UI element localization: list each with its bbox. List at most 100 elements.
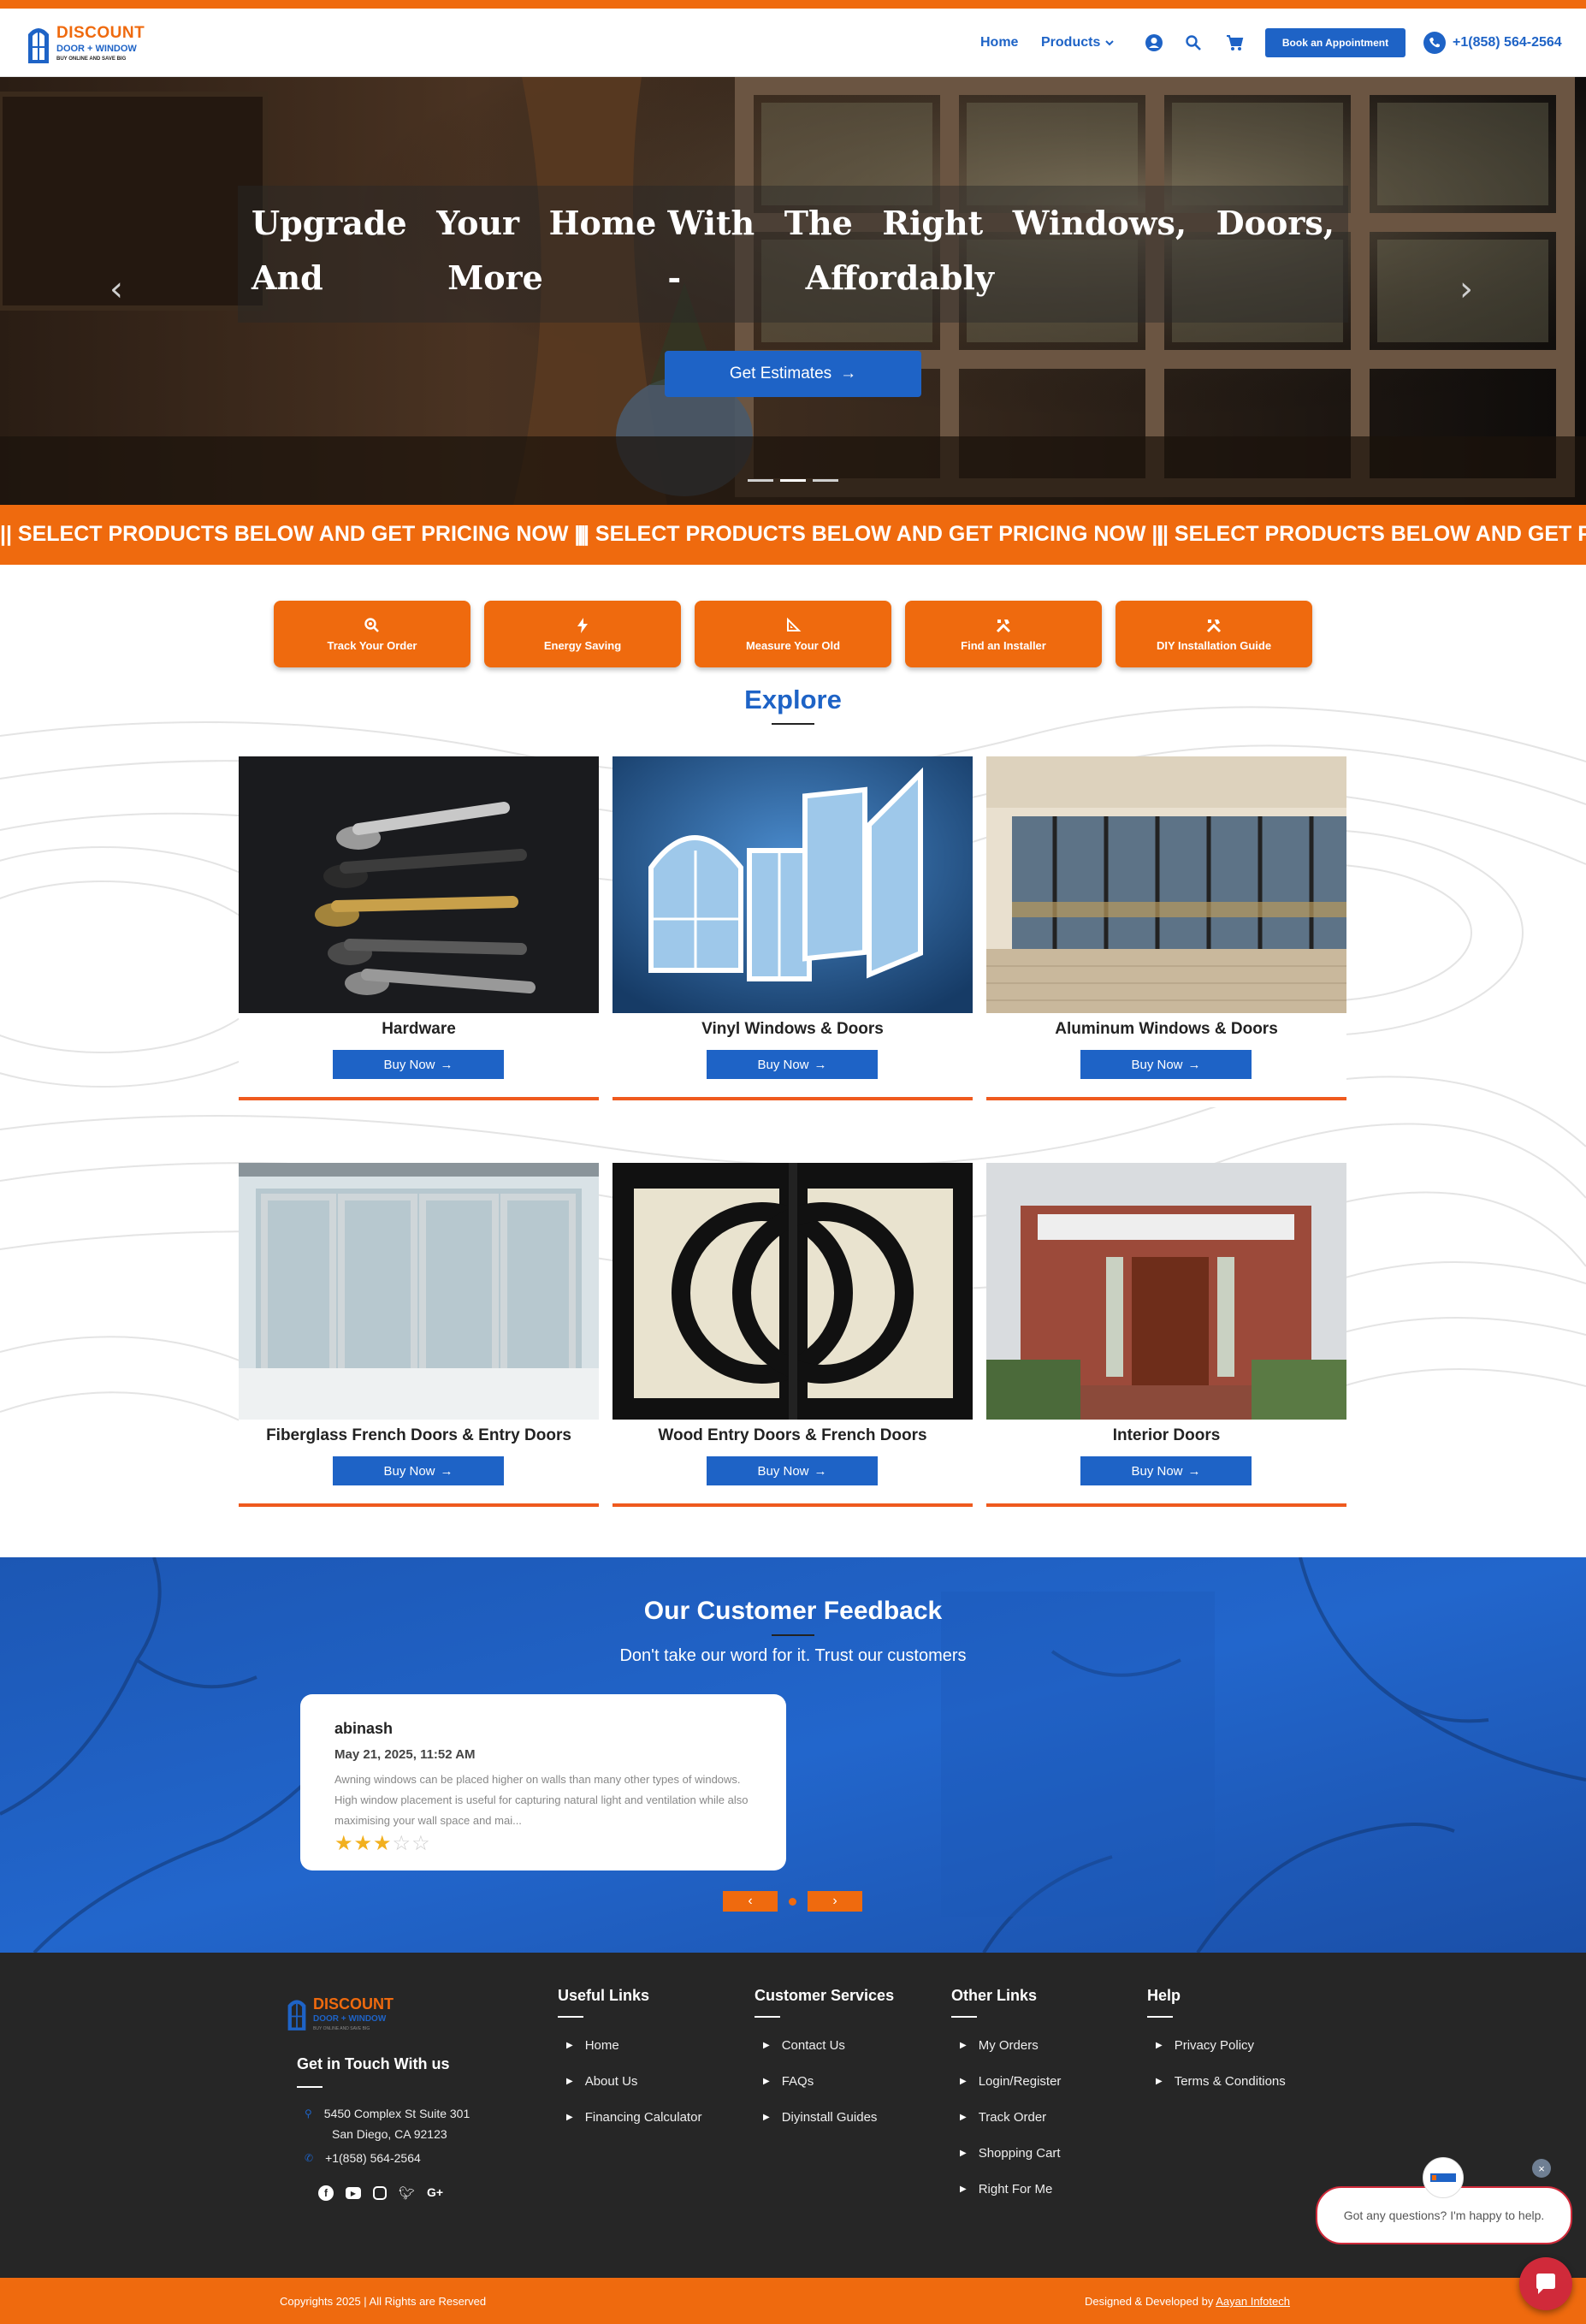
explore-title: Explore bbox=[744, 685, 842, 714]
review-text: Awning windows can be placed higher on w… bbox=[334, 1773, 749, 1827]
quick-link-diy-guide[interactable]: DIY Installation Guide bbox=[1116, 601, 1312, 667]
card-accent-bar bbox=[986, 1503, 1346, 1507]
twitter-icon[interactable]: 🐦︎ bbox=[399, 2185, 415, 2201]
product-card-fiberglass[interactable]: Fiberglass French Doors & Entry Doors Bu… bbox=[239, 1163, 599, 1514]
nav-home[interactable]: Home bbox=[980, 9, 1018, 77]
hero-word: Windows, bbox=[1012, 204, 1187, 242]
arrow-right-icon: → bbox=[1187, 1057, 1201, 1072]
carousel-prev-arrow-icon[interactable]: ‹ bbox=[109, 272, 135, 306]
product-image-fiberglass bbox=[239, 1163, 599, 1420]
buy-now-button[interactable]: Buy Now → bbox=[333, 1456, 504, 1485]
arrow-right-icon: → bbox=[814, 1057, 827, 1072]
footer-link-label: Contact Us bbox=[781, 2038, 845, 2053]
account-icon[interactable] bbox=[1144, 33, 1164, 53]
caret-right-icon: ▶ bbox=[1156, 2041, 1163, 2050]
footer-link-financing[interactable]: ▶ Financing Calculator bbox=[566, 2110, 701, 2125]
buy-now-button[interactable]: Buy Now → bbox=[1080, 1456, 1252, 1485]
quick-link-energy-saving[interactable]: Energy Saving bbox=[484, 601, 681, 667]
caret-right-icon: ▶ bbox=[566, 2077, 573, 2086]
footer-logo[interactable]: DISCOUNT DOOR + WINDOW BUY ONLINE AND SA… bbox=[286, 1994, 414, 2036]
footer-phone-link[interactable]: ✆ +1(858) 564-2564 bbox=[305, 2151, 421, 2165]
hero-word: Right bbox=[882, 204, 984, 242]
social-icons: f ▶ 🐦︎ G+ bbox=[318, 2185, 443, 2201]
chevron-right-icon: › bbox=[832, 1894, 837, 1908]
header-phone-link[interactable]: +1(858) 564-2564 bbox=[1423, 32, 1562, 54]
nav-home-label[interactable]: Home bbox=[980, 35, 1018, 50]
promo-ticker: || SELECT PRODUCTS BELOW AND GET PRICING… bbox=[0, 505, 1586, 565]
header-phone-number: +1(858) 564-2564 bbox=[1453, 35, 1562, 50]
footer-link-login[interactable]: ▶ Login/Register bbox=[960, 2074, 1061, 2089]
quick-link-measure[interactable]: Measure Your Old bbox=[695, 601, 891, 667]
product-card-hardware[interactable]: Hardware Buy Now → bbox=[239, 756, 599, 1107]
product-card-wood[interactable]: Wood Entry Doors & French Doors Buy Now → bbox=[613, 1163, 973, 1514]
footer-link-track-order[interactable]: ▶ Track Order bbox=[960, 2110, 1046, 2125]
review-card: abinash May 21, 2025, 11:52 AM Awning wi… bbox=[300, 1694, 786, 1870]
footer-link-diy-guides[interactable]: ▶ Diyinstall Guides bbox=[763, 2110, 877, 2125]
carousel-dot-active[interactable] bbox=[780, 479, 806, 482]
product-card-interior[interactable]: Interior Doors Buy Now → bbox=[986, 1163, 1346, 1514]
card-accent-bar bbox=[239, 1097, 599, 1100]
product-card-vinyl[interactable]: Vinyl Windows & Doors Buy Now → bbox=[613, 756, 973, 1107]
carousel-dot[interactable] bbox=[813, 479, 838, 482]
get-estimates-label: Get Estimates bbox=[729, 365, 832, 382]
product-title: Wood Entry Doors & French Doors bbox=[658, 1426, 927, 1444]
carousel-next-arrow-icon[interactable]: › bbox=[1459, 272, 1485, 306]
site-logo[interactable]: DISCOUNT DOOR + WINDOW BUY ONLINE AND SA… bbox=[26, 21, 154, 68]
product-image-wood bbox=[613, 1163, 973, 1420]
hero-word: Upgrade bbox=[252, 204, 407, 242]
quick-link-label: Energy Saving bbox=[543, 638, 622, 652]
footer-link-faqs[interactable]: ▶ FAQs bbox=[763, 2074, 814, 2089]
footer-link-home[interactable]: ▶ Home bbox=[566, 2038, 619, 2053]
footer-link-terms[interactable]: ▶ Terms & Conditions bbox=[1156, 2074, 1286, 2089]
star-rating: ★★★☆☆ bbox=[334, 1831, 431, 1856]
buy-now-button[interactable]: Buy Now → bbox=[707, 1456, 878, 1485]
instagram-icon[interactable] bbox=[373, 2186, 387, 2200]
caret-right-icon: ▶ bbox=[763, 2041, 770, 2050]
youtube-icon[interactable]: ▶ bbox=[346, 2187, 361, 2199]
quick-link-track-order[interactable]: Track Your Order bbox=[274, 601, 470, 667]
cart-icon[interactable] bbox=[1224, 33, 1245, 53]
card-accent-bar bbox=[613, 1503, 973, 1507]
quick-link-find-installer[interactable]: Find an Installer bbox=[905, 601, 1102, 667]
footer-link-cart[interactable]: ▶ Shopping Cart bbox=[960, 2146, 1061, 2161]
caret-right-icon: ▶ bbox=[566, 2041, 573, 2050]
get-estimates-button[interactable]: Get Estimates → bbox=[665, 351, 921, 397]
star-empty-icon: ☆ bbox=[392, 1832, 412, 1855]
buy-now-button[interactable]: Buy Now → bbox=[333, 1050, 504, 1079]
search-icon[interactable] bbox=[1183, 33, 1204, 53]
hero-word: Affordably bbox=[805, 258, 994, 297]
review-prev-button[interactable]: ‹ bbox=[723, 1891, 778, 1912]
product-title: Interior Doors bbox=[1112, 1426, 1221, 1444]
review-dot-active[interactable] bbox=[789, 1898, 796, 1906]
product-card-aluminum[interactable]: Aluminum Windows & Doors Buy Now → bbox=[986, 756, 1346, 1107]
review-next-button[interactable]: › bbox=[808, 1891, 862, 1912]
ticker-text: || SELECT PRODUCTS BELOW AND GET PRICING… bbox=[1157, 522, 1586, 546]
arrow-right-icon: → bbox=[840, 365, 857, 382]
buy-now-button[interactable]: Buy Now → bbox=[1080, 1050, 1252, 1079]
credit-link[interactable]: Aayan Infotech bbox=[1216, 2295, 1290, 2308]
nav-products-label[interactable]: Products bbox=[1041, 35, 1100, 50]
product-title: Hardware bbox=[382, 1020, 456, 1038]
carousel-dot[interactable] bbox=[748, 479, 773, 482]
chat-open-button[interactable] bbox=[1519, 2257, 1572, 2310]
arrow-right-icon: → bbox=[1187, 1463, 1201, 1479]
buy-now-label: Buy Now bbox=[1131, 1463, 1183, 1479]
facebook-icon[interactable]: f bbox=[318, 2185, 334, 2201]
google-plus-icon[interactable]: G+ bbox=[427, 2185, 443, 2201]
footer-link-about[interactable]: ▶ About Us bbox=[566, 2074, 637, 2089]
credit-prefix: Designed & Developed by bbox=[1085, 2295, 1214, 2308]
location-pin-icon: ⚲ bbox=[305, 2108, 312, 2119]
footer-column-title: Customer Services bbox=[755, 1987, 895, 2004]
book-appointment-button[interactable]: Book an Appointment bbox=[1265, 28, 1406, 57]
nav-products[interactable]: Products bbox=[1041, 9, 1116, 77]
chat-agent-avatar bbox=[1423, 2157, 1464, 2198]
quick-link-label: Find an Installer bbox=[961, 638, 1046, 652]
buy-now-button[interactable]: Buy Now → bbox=[707, 1050, 878, 1079]
chat-close-icon[interactable]: × bbox=[1532, 2159, 1551, 2178]
footer-link-my-orders[interactable]: ▶ My Orders bbox=[960, 2038, 1039, 2053]
footer-link-contact[interactable]: ▶ Contact Us bbox=[763, 2038, 845, 2053]
footer-link-right-for-me[interactable]: ▶ Right For Me bbox=[960, 2182, 1052, 2197]
product-title: Fiberglass French Doors & Entry Doors bbox=[266, 1426, 571, 1444]
logo-tagline: BUY ONLINE AND SAVE BIG bbox=[56, 56, 127, 62]
footer-link-privacy[interactable]: ▶ Privacy Policy bbox=[1156, 2038, 1254, 2053]
